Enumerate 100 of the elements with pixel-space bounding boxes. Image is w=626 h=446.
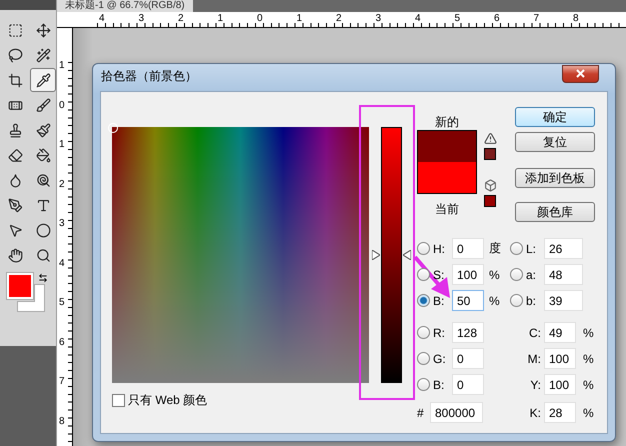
value-field[interactable]: 26 <box>544 238 583 259</box>
field-label: Y: <box>529 378 542 392</box>
value-field[interactable]: 39 <box>544 290 583 311</box>
ruler-number: 1 <box>59 140 65 150</box>
ruler-number: 8 <box>573 14 579 24</box>
field-label: M: <box>526 352 542 366</box>
swap-icon[interactable] <box>38 273 48 283</box>
ruler-number: 0 <box>59 100 65 110</box>
ruler-number: 1 <box>218 14 224 24</box>
stamp-icon[interactable] <box>8 122 22 138</box>
web-colors-checkbox[interactable]: 只有 Web 颜色 <box>112 392 369 409</box>
close-icon[interactable] <box>576 69 585 78</box>
value-field[interactable]: 28 <box>544 402 576 423</box>
field-label: B: <box>433 294 446 308</box>
droplet-icon[interactable] <box>8 172 22 188</box>
ruler-number: 5 <box>59 298 65 308</box>
close-button[interactable] <box>562 64 599 82</box>
ruler-number: 5 <box>454 14 460 24</box>
dialog-title: 拾色器（前景色） <box>101 68 197 85</box>
radio-button[interactable] <box>417 352 430 365</box>
background-color-swatch[interactable] <box>17 284 45 312</box>
ruler-number: 2 <box>336 14 342 24</box>
ruler-number: 3 <box>376 14 382 24</box>
value-field[interactable]: 0 <box>452 238 484 259</box>
ruler-number: 2 <box>59 180 65 190</box>
paint-bucket-icon[interactable] <box>36 148 50 162</box>
ruler-number: 4 <box>99 14 105 24</box>
ruler-number: 8 <box>59 416 65 426</box>
radio-button[interactable] <box>417 294 430 307</box>
value-field[interactable]: 50 <box>452 290 484 311</box>
pen-icon[interactable] <box>8 198 22 212</box>
warning-swatch[interactable] <box>484 195 496 207</box>
dialog-button[interactable]: 添加到色板 <box>515 168 595 188</box>
picker-ring[interactable] <box>108 123 118 133</box>
ruler-number: 4 <box>59 258 65 268</box>
radio-button[interactable] <box>417 268 430 281</box>
cube-icon <box>484 179 496 192</box>
radio-button[interactable] <box>417 242 430 255</box>
radio-button[interactable] <box>510 268 523 281</box>
value-field[interactable]: 100 <box>544 348 576 369</box>
field-label: H: <box>433 242 446 256</box>
dialog-button[interactable]: 复位 <box>515 132 595 152</box>
hex-label: # <box>417 406 425 420</box>
lollipop-icon[interactable] <box>36 172 50 188</box>
radio-button[interactable] <box>510 242 523 255</box>
unit-label: % <box>489 294 500 308</box>
crop-icon[interactable] <box>8 72 22 88</box>
ruler-number: 6 <box>494 14 500 24</box>
ruler-number: 1 <box>296 14 302 24</box>
radio-button[interactable] <box>510 294 523 307</box>
warning-swatch[interactable] <box>484 148 496 160</box>
value-field[interactable]: 100 <box>544 374 576 395</box>
zoom-icon[interactable] <box>36 248 50 262</box>
field-label: G: <box>433 352 447 366</box>
ruler-number: 3 <box>59 219 65 229</box>
unit-label: % <box>583 378 594 392</box>
ruler-number: 7 <box>59 377 65 387</box>
tool-button[interactable] <box>30 68 56 92</box>
ruler-number: 3 <box>138 14 144 24</box>
move-icon[interactable] <box>36 22 50 38</box>
dialog-button[interactable]: 颜色库 <box>515 202 595 222</box>
warning-icon <box>484 132 496 145</box>
value-field[interactable]: 49 <box>544 322 576 343</box>
unit-label: % <box>489 268 500 282</box>
hand-icon[interactable] <box>8 248 22 262</box>
ruler-number: 4 <box>415 14 421 24</box>
paintbrush-icon[interactable] <box>36 122 50 138</box>
value-field[interactable]: 100 <box>452 264 484 285</box>
field-label: B: <box>433 378 446 392</box>
ruler-number: 0 <box>257 14 263 24</box>
type-icon[interactable] <box>36 198 50 212</box>
field-label: S: <box>433 268 446 282</box>
value-field[interactable]: 0 <box>452 348 484 369</box>
value-field[interactable]: 128 <box>452 322 484 343</box>
swatch-label: 当前 <box>435 201 459 217</box>
unit-label: % <box>583 406 594 420</box>
ruler-number: 6 <box>59 338 65 348</box>
panel-header <box>0 0 56 10</box>
field-label: b: <box>526 294 538 308</box>
ellipse-icon[interactable] <box>36 222 50 238</box>
marquee-icon[interactable] <box>8 22 22 38</box>
field-label: K: <box>528 406 542 420</box>
dialog-button[interactable]: 确定 <box>515 107 595 127</box>
lasso-icon[interactable] <box>8 48 22 62</box>
unit-label: % <box>583 352 594 366</box>
value-field[interactable]: 48 <box>544 264 583 285</box>
hex-field[interactable]: 800000 <box>430 402 483 423</box>
unit-label: % <box>583 326 594 340</box>
swatch-label: 新的 <box>435 114 459 130</box>
value-field[interactable]: 0 <box>452 374 484 395</box>
brush-icon[interactable] <box>36 98 50 112</box>
radio-button[interactable] <box>417 378 430 391</box>
magic-wand-icon[interactable] <box>36 48 50 62</box>
radio-button[interactable] <box>417 326 430 339</box>
eraser-icon[interactable] <box>8 148 22 162</box>
foreground-color-swatch[interactable] <box>7 273 33 299</box>
document-tab[interactable]: 未标题-1 @ 66.7%(RGB/8) <box>57 0 193 12</box>
eyedropper-icon[interactable] <box>36 72 50 88</box>
field-label: L: <box>526 242 538 256</box>
pointer-icon[interactable] <box>8 222 22 238</box>
